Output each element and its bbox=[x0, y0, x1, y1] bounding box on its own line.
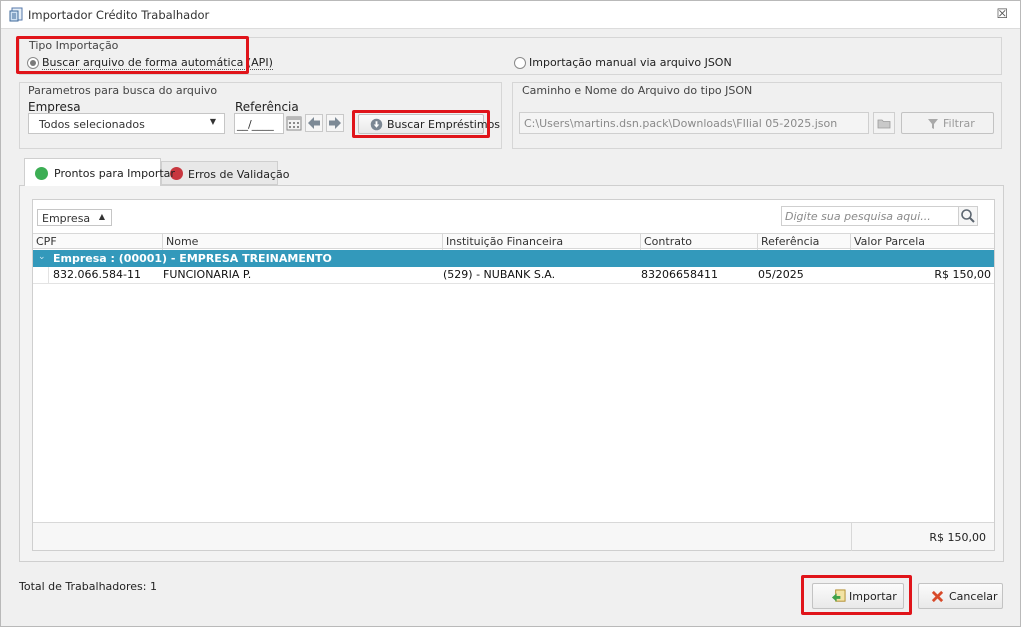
window-title: Importador Crédito Trabalhador bbox=[28, 8, 210, 22]
col-header-cpf[interactable]: CPF bbox=[33, 234, 163, 250]
cell-cpf: 832.066.584-11 bbox=[53, 268, 141, 281]
filtrar-label: Filtrar bbox=[943, 117, 975, 130]
highlight-buscar-button bbox=[352, 110, 490, 138]
cancelar-button[interactable]: Cancelar bbox=[918, 583, 1003, 609]
cell-nome: FUNCIONARIA P. bbox=[163, 268, 252, 281]
total-trabalhadores: Total de Trabalhadores: 1 bbox=[19, 580, 157, 593]
radio-json[interactable] bbox=[514, 57, 526, 69]
json-path-input[interactable]: C:\Users\martins.dsn.pack\Downloads\FIli… bbox=[519, 112, 869, 134]
tab-prontos[interactable]: Prontos para Importar bbox=[24, 158, 175, 186]
data-grid: Empresa ▲ Digite sua pesquisa aqui... CP… bbox=[32, 199, 995, 551]
empresa-label: Empresa bbox=[28, 100, 81, 114]
table-row[interactable]: 832.066.584-11 FUNCIONARIA P. (529) - NU… bbox=[33, 267, 994, 284]
col-header-nome[interactable]: Nome bbox=[163, 234, 443, 250]
close-icon[interactable]: ☒ bbox=[996, 7, 1008, 22]
grid-search-input[interactable]: Digite sua pesquisa aqui... bbox=[781, 206, 959, 226]
tab-prontos-label: Prontos para Importar bbox=[54, 167, 175, 180]
referencia-value: __/____ bbox=[237, 118, 274, 131]
arrow-left-icon[interactable] bbox=[305, 114, 323, 132]
sort-asc-icon: ▲ bbox=[98, 212, 105, 221]
title-bar: Importador Crédito Trabalhador ☒ bbox=[1, 1, 1020, 29]
grid-group-row[interactable]: ⌄ Empresa : (00001) - EMPRESA TREINAMENT… bbox=[33, 250, 994, 267]
highlight-api-option bbox=[16, 36, 249, 74]
referencia-label: Referência bbox=[235, 100, 299, 114]
json-path-value: C:\Users\martins.dsn.pack\Downloads\FIli… bbox=[524, 117, 838, 130]
search-icon[interactable] bbox=[958, 206, 978, 226]
filtrar-button[interactable]: Filtrar bbox=[901, 112, 994, 134]
col-header-referencia[interactable]: Referência bbox=[758, 234, 851, 250]
arrow-right-icon[interactable] bbox=[326, 114, 344, 132]
tab-erros-label: Erros de Validação bbox=[188, 168, 290, 181]
parametros-title: Parametros para busca do arquivo bbox=[28, 84, 218, 97]
caminho-title: Caminho e Nome do Arquivo do tipo JSON bbox=[522, 84, 753, 97]
cell-contrato: 83206658411 bbox=[641, 268, 718, 281]
calendar-icon[interactable] bbox=[286, 115, 302, 131]
col-header-instituicao[interactable]: Instituição Financeira bbox=[443, 234, 641, 250]
radio-json-label[interactable]: Importação manual via arquivo JSON bbox=[529, 56, 732, 69]
row-indent-divider bbox=[48, 267, 49, 284]
referencia-input[interactable]: __/____ bbox=[234, 113, 284, 134]
group-expand-icon[interactable]: ⌄ bbox=[38, 252, 46, 262]
tab-erros[interactable]: Erros de Validação bbox=[161, 161, 290, 185]
col-header-valor[interactable]: Valor Parcela bbox=[851, 234, 994, 250]
importer-window: Importador Crédito Trabalhador ☒ Tipo Im… bbox=[0, 0, 1021, 627]
grid-footer: R$ 150,00 bbox=[33, 522, 994, 551]
highlight-importar-button bbox=[801, 575, 912, 615]
cell-valor: R$ 150,00 bbox=[934, 268, 991, 281]
green-dot-icon bbox=[35, 167, 48, 180]
group-by-label: Empresa bbox=[42, 212, 91, 225]
cell-referencia: 05/2025 bbox=[758, 268, 804, 281]
group-by-empresa-chip[interactable]: Empresa ▲ bbox=[37, 209, 112, 226]
close-icon bbox=[931, 590, 944, 603]
empresa-dropdown[interactable]: Todos selecionados ▼ bbox=[28, 113, 225, 134]
app-icon bbox=[9, 7, 23, 22]
cell-instituicao: (529) - NUBANK S.A. bbox=[443, 268, 556, 281]
footer-col-divider bbox=[851, 523, 852, 551]
empresa-dropdown-value: Todos selecionados bbox=[39, 118, 145, 131]
col-header-contrato[interactable]: Contrato bbox=[641, 234, 758, 250]
cancelar-label: Cancelar bbox=[949, 590, 998, 603]
grid-search-placeholder: Digite sua pesquisa aqui... bbox=[785, 210, 931, 223]
chevron-down-icon: ▼ bbox=[209, 117, 216, 126]
folder-icon[interactable] bbox=[873, 112, 895, 134]
grid-group-label: Empresa : (00001) - EMPRESA TREINAMENTO bbox=[53, 252, 332, 265]
filter-icon bbox=[928, 119, 938, 129]
grid-footer-total: R$ 150,00 bbox=[929, 531, 986, 544]
grid-header-row: CPF Nome Instituição Financeira Contrato… bbox=[33, 233, 994, 250]
